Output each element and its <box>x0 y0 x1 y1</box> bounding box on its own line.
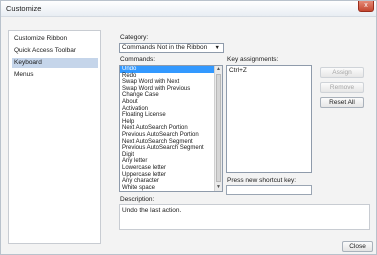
sidebar: Customize Ribbon Quick Access Toolbar Ke… <box>8 30 101 244</box>
key-assignments-label: Key assignments: <box>227 56 279 63</box>
category-dropdown[interactable]: Commands Not in the Ribbon ▼ <box>119 43 224 53</box>
command-item[interactable]: Uppercase letter <box>120 172 222 179</box>
sidebar-item-quick-access-toolbar[interactable]: Quick Access Toolbar <box>12 46 98 56</box>
description-label: Description: <box>120 196 155 203</box>
command-item[interactable]: Swap Word with Previous <box>120 86 222 93</box>
command-item[interactable]: Previous AutoSearch Portion <box>120 132 222 139</box>
assign-button[interactable]: Assign <box>320 67 364 78</box>
sidebar-item-keyboard[interactable]: Keyboard <box>12 58 98 68</box>
command-item[interactable]: Lowercase letter <box>120 165 222 172</box>
command-item[interactable]: Change Case <box>120 92 222 99</box>
sidebar-item-menus[interactable]: Menus <box>12 70 98 80</box>
command-item[interactable]: Floating License <box>120 112 222 119</box>
scroll-down-icon[interactable]: ▼ <box>215 184 222 191</box>
shortcut-input[interactable] <box>226 185 312 195</box>
command-item[interactable]: Next AutoSearch Segment <box>120 139 222 146</box>
shortcut-label: Press new shortcut key: <box>227 177 296 184</box>
category-label: Category: <box>120 34 149 41</box>
description-box: Undo the last action. <box>119 204 370 230</box>
chevron-down-icon: ▼ <box>214 45 220 51</box>
command-item[interactable]: White space <box>120 185 222 191</box>
reset-all-button[interactable]: Reset All <box>320 97 364 108</box>
command-item[interactable]: Help <box>120 119 222 126</box>
command-item[interactable]: Redo <box>120 73 222 80</box>
title-bar: Customize x <box>1 1 376 17</box>
command-item[interactable]: Swap Word with Next <box>120 79 222 86</box>
commands-scrollbar[interactable]: ▲ ▼ <box>214 66 222 191</box>
command-item[interactable]: Activation <box>120 106 222 113</box>
scrollbar-thumb[interactable] <box>216 74 221 182</box>
customize-dialog: Customize x Customize Ribbon Quick Acces… <box>0 0 377 255</box>
sidebar-item-customize-ribbon[interactable]: Customize Ribbon <box>12 34 98 44</box>
remove-button[interactable]: Remove <box>320 82 364 93</box>
commands-list[interactable]: Undo Redo Swap Word with Next Swap Word … <box>119 65 223 192</box>
window-title: Customize <box>6 4 42 13</box>
key-assignments-list[interactable]: Ctrl+Z <box>226 65 312 173</box>
commands-label: Commands: <box>120 56 156 63</box>
description-text: Undo the last action. <box>122 207 182 214</box>
command-item[interactable]: Digit <box>120 152 222 159</box>
command-item[interactable]: Next AutoSearch Portion <box>120 125 222 132</box>
command-item[interactable]: Any letter <box>120 158 222 165</box>
key-assignment-item[interactable]: Ctrl+Z <box>229 67 309 74</box>
command-item[interactable]: About <box>120 99 222 106</box>
close-button[interactable]: Close <box>342 241 373 252</box>
command-item[interactable]: Undo <box>120 66 222 73</box>
category-selected-value: Commands Not in the Ribbon <box>122 44 208 51</box>
scroll-up-icon[interactable]: ▲ <box>215 66 222 73</box>
command-item[interactable]: Any character <box>120 178 222 185</box>
window-close-button[interactable]: x <box>358 1 374 12</box>
command-item[interactable]: Previous AutoSearch Segment <box>120 145 222 152</box>
close-icon: x <box>364 2 368 9</box>
